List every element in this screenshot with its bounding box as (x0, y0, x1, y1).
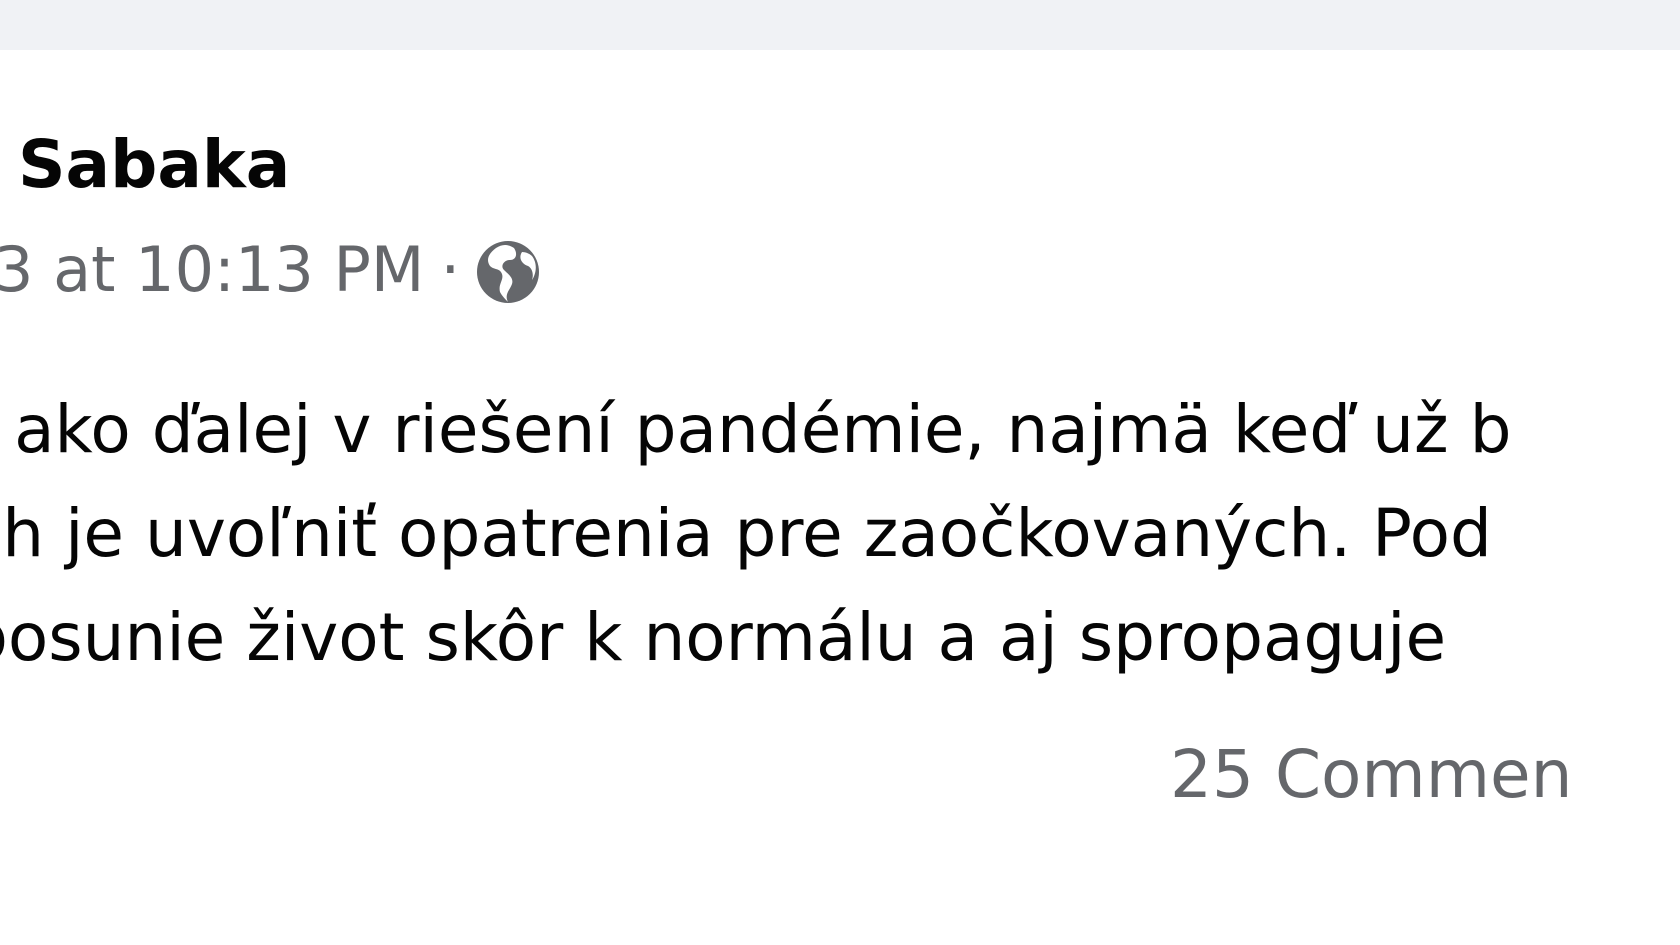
post-text-line: r ako ďalej v riešení pandémie, najmä ke… (0, 391, 1512, 468)
globe-icon[interactable] (474, 238, 542, 306)
post-body-text: r ako ďalej v riešení pandémie, najmä ke… (0, 378, 1512, 690)
meta-separator: · (440, 233, 461, 306)
feed-background (0, 0, 1680, 50)
post-meta: 3 at 10:13 PM · (0, 234, 542, 306)
post-text-line: ch je uvoľniť opatrenia pre zaočkovaných… (0, 495, 1492, 572)
post-author-name[interactable]: Sabaka (18, 132, 290, 198)
comments-count-link[interactable]: 25 Commen (1170, 742, 1572, 808)
post-text-line: posunie život skôr k normálu a aj spropa… (0, 599, 1447, 676)
post-timestamp[interactable]: 3 at 10:13 PM (0, 239, 424, 301)
